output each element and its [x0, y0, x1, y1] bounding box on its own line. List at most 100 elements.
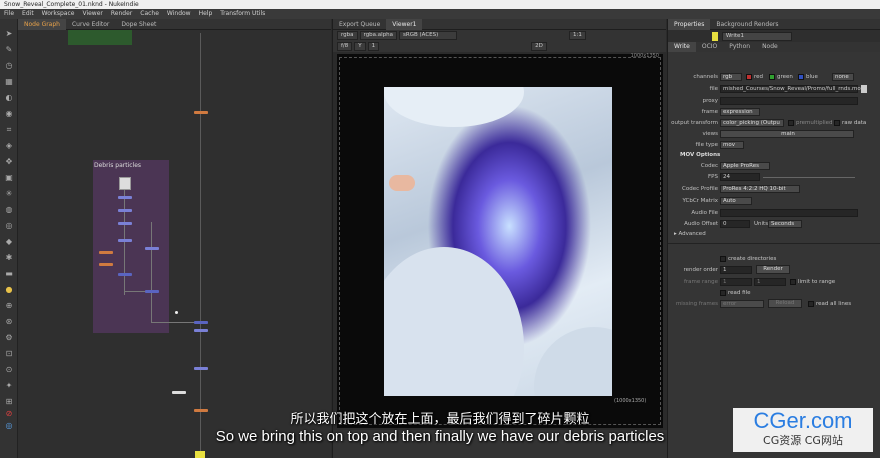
- grid-icon[interactable]: ⊞: [4, 397, 14, 407]
- file-type-dropdown[interactable]: mov: [720, 141, 744, 149]
- tab-properties[interactable]: Properties: [668, 19, 711, 30]
- audio-file-field[interactable]: [720, 209, 858, 217]
- advanced-toggle[interactable]: ▸ Advanced: [674, 231, 706, 237]
- views-icon[interactable]: ◎: [4, 221, 14, 231]
- tab-python[interactable]: Python: [723, 42, 756, 52]
- node-name-field[interactable]: Write1: [721, 32, 792, 41]
- frame-range-end[interactable]: 1: [754, 278, 786, 286]
- fstop-button[interactable]: f/8: [337, 42, 353, 51]
- menu-workspace[interactable]: Workspace: [38, 9, 79, 19]
- proxy-field[interactable]: [720, 97, 858, 105]
- menu-cache[interactable]: Cache: [136, 9, 163, 19]
- channel-icon[interactable]: ▦: [4, 77, 14, 87]
- channels-dropdown[interactable]: rgba: [337, 31, 358, 40]
- keyer-icon[interactable]: ⌗: [4, 125, 14, 135]
- read-node-thumbnail[interactable]: [119, 177, 131, 190]
- tab-export-queue[interactable]: Export Queue: [333, 19, 386, 30]
- menu-viewer[interactable]: Viewer: [78, 9, 106, 19]
- node[interactable]: [99, 263, 113, 266]
- alpha-dropdown[interactable]: rgba.alpha: [359, 31, 398, 40]
- read-file-checkbox[interactable]: [720, 290, 726, 296]
- toolsets-icon[interactable]: ✱: [4, 253, 14, 263]
- tab-write[interactable]: Write: [668, 42, 696, 52]
- 3d-icon[interactable]: ▣: [4, 173, 14, 183]
- node[interactable]: [194, 329, 208, 332]
- menu-render[interactable]: Render: [107, 9, 136, 19]
- premultiplied-checkbox[interactable]: [788, 120, 794, 126]
- node[interactable]: [194, 111, 208, 114]
- merge-node[interactable]: [194, 321, 208, 324]
- node[interactable]: [194, 367, 208, 370]
- reload-button[interactable]: Reload: [768, 299, 802, 308]
- colorspace-dropdown[interactable]: sRGB (ACES): [399, 31, 458, 40]
- blue-checkbox[interactable]: [798, 74, 804, 80]
- node[interactable]: [118, 196, 132, 199]
- create-directories-checkbox[interactable]: [720, 256, 726, 262]
- deep-icon[interactable]: ◍: [4, 205, 14, 215]
- channels-dropdown[interactable]: rgb: [720, 73, 742, 81]
- ratio-dropdown[interactable]: 1:1: [569, 31, 586, 40]
- views-dropdown[interactable]: main: [720, 130, 854, 138]
- node[interactable]: [118, 222, 132, 225]
- tab-dope-sheet[interactable]: Dope Sheet: [115, 19, 162, 30]
- fps-field[interactable]: 24: [720, 173, 760, 181]
- render-order-field[interactable]: 1: [720, 266, 752, 274]
- node[interactable]: [118, 273, 132, 276]
- mode-dropdown[interactable]: 2D: [531, 42, 547, 51]
- read-all-lines-checkbox[interactable]: [808, 301, 814, 307]
- python-icon[interactable]: ⊙: [4, 365, 14, 375]
- codec-profile-dropdown[interactable]: ProRes 4:2:2 HQ 10-bit: [720, 185, 800, 193]
- link-icon[interactable]: ✦: [4, 381, 14, 391]
- viewer-canvas[interactable]: 1000x1350 (1000x1350): [337, 53, 663, 428]
- transform-icon[interactable]: ✥: [4, 157, 14, 167]
- menu-file[interactable]: File: [0, 9, 18, 19]
- tab-node-graph[interactable]: Node Graph: [18, 19, 66, 30]
- node[interactable]: [118, 239, 132, 242]
- color-icon[interactable]: ◐: [4, 93, 14, 103]
- green-backdrop[interactable]: [68, 30, 132, 45]
- network-icon[interactable]: ⚙: [4, 333, 14, 343]
- frame-range-start[interactable]: 1: [720, 278, 752, 286]
- folder-icon[interactable]: [861, 85, 867, 93]
- write-node[interactable]: [195, 451, 205, 458]
- menu-transform-utils[interactable]: Transform Utils: [216, 9, 269, 19]
- units-dropdown[interactable]: Seconds: [768, 220, 802, 228]
- tab-background-renders[interactable]: Background Renders: [710, 19, 784, 30]
- node[interactable]: [99, 251, 113, 254]
- pointer-icon[interactable]: ➤: [4, 29, 14, 39]
- green-checkbox[interactable]: [769, 74, 775, 80]
- dot-node[interactable]: [172, 391, 186, 394]
- menu-help[interactable]: Help: [195, 9, 217, 19]
- menu-edit[interactable]: Edit: [18, 9, 38, 19]
- other-icon[interactable]: ▬: [4, 269, 14, 279]
- time-icon[interactable]: ◷: [4, 61, 14, 71]
- missing-frames-dropdown[interactable]: error: [720, 300, 764, 308]
- tab-viewer1[interactable]: Viewer1: [386, 19, 423, 30]
- frame-field[interactable]: 1: [367, 42, 380, 51]
- tab-curve-editor[interactable]: Curve Editor: [66, 19, 115, 30]
- output-transform-dropdown[interactable]: color_picking (Outpu: [720, 119, 784, 127]
- metadata-icon[interactable]: ◆: [4, 237, 14, 247]
- codec-dropdown[interactable]: Apple ProRes: [720, 162, 770, 170]
- render-button[interactable]: Render: [756, 265, 790, 274]
- filter-icon[interactable]: ◉: [4, 109, 14, 119]
- cara-icon[interactable]: ⊕: [4, 301, 14, 311]
- frame-dropdown[interactable]: expression: [720, 108, 760, 116]
- limit-to-range-checkbox[interactable]: [790, 279, 796, 285]
- lock-icon[interactable]: ⊡: [4, 349, 14, 359]
- raw-data-checkbox[interactable]: [834, 120, 840, 126]
- node-color-swatch[interactable]: [712, 32, 718, 41]
- red-checkbox[interactable]: [746, 74, 752, 80]
- tab-node[interactable]: Node: [756, 42, 784, 52]
- node[interactable]: [145, 247, 159, 250]
- node[interactable]: [118, 209, 132, 212]
- particles-icon[interactable]: ✳: [4, 189, 14, 199]
- furnace-icon[interactable]: ●: [4, 285, 14, 295]
- merge-icon[interactable]: ◈: [4, 141, 14, 151]
- node[interactable]: [145, 290, 159, 293]
- fps-slider[interactable]: [763, 177, 855, 178]
- ycbcr-dropdown[interactable]: Auto: [720, 197, 752, 205]
- draw-icon[interactable]: ✎: [4, 45, 14, 55]
- tab-ocio[interactable]: OCIO: [696, 42, 723, 52]
- gizmo-icon[interactable]: ⊛: [4, 317, 14, 327]
